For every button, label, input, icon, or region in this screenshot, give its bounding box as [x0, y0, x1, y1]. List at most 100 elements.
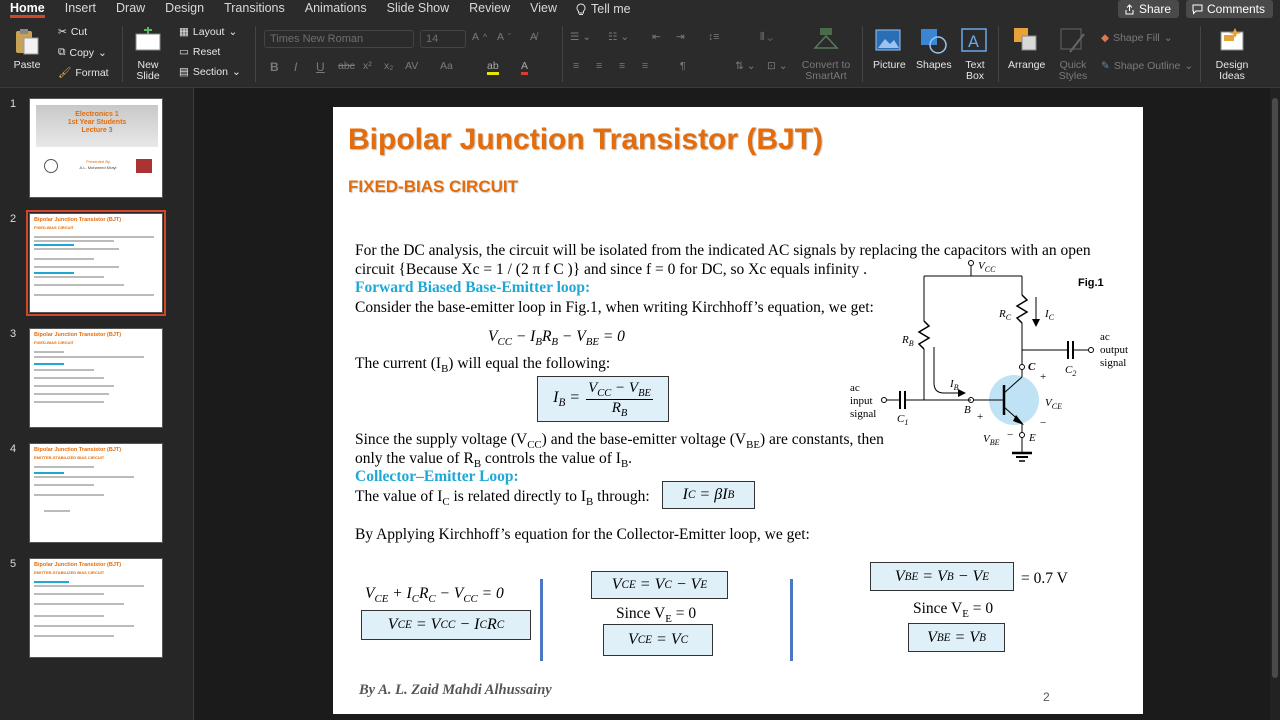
align-right-icon[interactable]: ≡ [619, 60, 625, 72]
bold-icon[interactable]: B [270, 60, 279, 74]
tab-home[interactable]: Home [0, 0, 55, 18]
cut-button[interactable]: ✂ Cut [58, 26, 87, 38]
chevron-down-icon: ⌄ [98, 46, 107, 59]
increase-indent-icon[interactable]: ⇥ [676, 31, 685, 43]
char-spacing-icon[interactable]: AV [405, 60, 418, 72]
font-name-select[interactable]: Times New Roman [264, 30, 414, 48]
arrange-button[interactable]: Arrange [1008, 26, 1045, 71]
reset-label: Reset [192, 46, 221, 58]
kvl-ce-text[interactable]: By Applying Kirchhoff’s equation for the… [355, 525, 810, 544]
change-case-icon[interactable]: Aa [440, 60, 453, 72]
vertical-scrollbar[interactable] [1270, 88, 1280, 720]
columns-icon[interactable]: ⫴ ⌄ [760, 31, 773, 44]
tell-me-search[interactable]: Tell me [567, 2, 639, 16]
copy-icon: ⧉ [58, 46, 66, 58]
quick-styles-button[interactable]: Quick Styles [1056, 26, 1090, 82]
shape-fill-button[interactable]: ◆ Shape Fill ⌄ [1101, 32, 1173, 44]
eq-vce-vc-box[interactable]: V CE = VC [603, 624, 713, 656]
align-left-icon[interactable]: ≡ [573, 60, 579, 72]
eq-vce-vc-ve-box[interactable]: V CE = VC − VE [591, 571, 728, 599]
tab-review[interactable]: Review [459, 0, 520, 18]
quick-styles-icon [1060, 28, 1085, 53]
eq-vbe-box[interactable]: V BE = VB − VE [870, 562, 1014, 591]
decrease-indent-icon[interactable]: ⇤ [652, 31, 661, 43]
svg-text:A: A [968, 32, 979, 51]
rtl-icon[interactable]: ¶ [680, 60, 686, 72]
slide-title[interactable]: Bipolar Junction Transistor (BJT) [348, 123, 823, 157]
comment-icon [1192, 4, 1203, 15]
tab-slide-show[interactable]: Slide Show [377, 0, 460, 18]
paint-bucket-icon: ◆ [1101, 32, 1110, 44]
underline-icon[interactable]: U [316, 60, 325, 74]
convert-smartart-button[interactable]: Convert to SmartArt [796, 26, 856, 82]
clear-format-icon[interactable]: A̸ [530, 31, 537, 43]
eq-kvl-be[interactable]: VCC − IBRB − VBE = 0 [488, 327, 625, 352]
slide-number: 4 [10, 443, 17, 455]
scrollbar-thumb[interactable] [1272, 98, 1278, 678]
since-ve-text-2[interactable]: Since VE = 0 [913, 599, 993, 624]
text-box-icon: A [961, 28, 987, 52]
justify-icon[interactable]: ≡ [642, 60, 648, 72]
heading-base-emitter[interactable]: Forward Biased Base-Emitter loop: [355, 279, 590, 297]
slide-thumbnail-pane[interactable]: 1 Electronics 1 1st Year Students Lectur… [0, 88, 194, 720]
be-text[interactable]: Consider the base-emitter loop in Fig.1,… [355, 298, 874, 317]
intro-line-2[interactable]: circuit {Because Xc = 1 / (2 π f C )} an… [355, 260, 867, 279]
slide-number: 2 [10, 213, 17, 225]
tab-insert[interactable]: Insert [55, 0, 106, 18]
tab-design[interactable]: Design [155, 0, 214, 18]
strikethrough-icon[interactable]: abc [338, 60, 355, 72]
tab-view[interactable]: View [520, 0, 567, 18]
line-spacing-icon[interactable]: ↕≡ [708, 31, 719, 43]
ic-text[interactable]: The value of IC is related directly to I… [355, 487, 650, 512]
slide-thumbnail-1[interactable]: Electronics 1 1st Year Students Lecture … [29, 98, 163, 198]
align-text-icon[interactable]: ⊡ ⌄ [767, 60, 788, 72]
shape-outline-button[interactable]: ✎ Shape Outline ⌄ [1101, 60, 1193, 72]
fixed-bias-circuit-diagram[interactable]: VCC RC IC RB IB C B E + + − − VCE VBE C1… [838, 255, 1138, 470]
slide-thumbnail-4[interactable]: Bipolar Junction Transistor (BJT) EMITTE… [29, 443, 163, 543]
ic-formula-box[interactable]: IC = βI B [662, 481, 755, 509]
picture-button[interactable]: Picture [873, 26, 906, 71]
increase-font-icon[interactable]: A ^ [472, 31, 487, 43]
design-ideas-button[interactable]: Design Ideas [1212, 26, 1252, 82]
tab-transitions[interactable]: Transitions [214, 0, 295, 18]
eq-ce-result-box[interactable]: V CE = V CC − ICRC [361, 610, 531, 640]
eq-vbe-vb-box[interactable]: V BE = VB [908, 623, 1005, 652]
bullets-icon[interactable]: ☰ ⌄ [570, 31, 591, 43]
slide-thumbnail-3[interactable]: Bipolar Junction Transistor (BJT) FIXED-… [29, 328, 163, 428]
tab-draw[interactable]: Draw [106, 0, 155, 18]
text-box-button[interactable]: A Text Box [960, 26, 990, 82]
tab-animations[interactable]: Animations [295, 0, 377, 18]
heading-collector-emitter[interactable]: Collector–Emitter Loop: [355, 468, 519, 486]
reset-button[interactable]: ▭ Reset [179, 46, 220, 58]
font-size-select[interactable]: 14 [420, 30, 466, 48]
superscript-icon[interactable]: x² [363, 60, 372, 72]
copy-button[interactable]: ⧉ Copy ⌄ [58, 46, 107, 59]
decrease-font-icon[interactable]: Aˇ [497, 31, 511, 43]
slide-footer-author[interactable]: By A. L. Zaid Mahdi Alhussainy [359, 682, 552, 699]
text-direction-icon[interactable]: ⇅ ⌄ [735, 60, 756, 72]
numbering-icon[interactable]: ☷ ⌄ [608, 31, 629, 43]
highlight-icon[interactable]: ab [487, 60, 499, 75]
shapes-button[interactable]: Shapes [916, 26, 952, 71]
ribbon-tab-bar: Home Insert Draw Design Transitions Anim… [0, 0, 1280, 18]
resistor-rc [1015, 294, 1029, 324]
format-painter-button[interactable]: 🖌 Format [58, 66, 109, 80]
slide-thumbnail-5[interactable]: Bipolar Junction Transistor (BJT) EMITTE… [29, 558, 163, 658]
align-center-icon[interactable]: ≡ [596, 60, 602, 72]
eq-ce-sum[interactable]: VCE + ICRC − VCC = 0 [365, 584, 504, 609]
slide-subtitle[interactable]: FIXED-BIAS CIRCUIT [348, 177, 518, 197]
font-color-icon[interactable]: A [521, 60, 529, 75]
subscript-icon[interactable]: x₂ [384, 60, 393, 72]
share-button[interactable]: Share [1118, 0, 1180, 18]
slide-thumbnail-2[interactable]: Bipolar Junction Transistor (BJT) FIXED-… [26, 210, 166, 316]
ib-formula-box[interactable]: IB = VCC − VBE RB [537, 376, 669, 422]
label-ac-input: ac input signal [850, 382, 876, 420]
comments-button[interactable]: Comments [1186, 0, 1274, 18]
slide-canvas[interactable]: Bipolar Junction Transistor (BJT) FIXED-… [333, 107, 1143, 714]
section-button[interactable]: ▤ Section ⌄ [179, 66, 241, 78]
vbe-value[interactable]: = 0.7 V [1021, 569, 1068, 588]
layout-button[interactable]: ▦ Layout ⌄ [179, 26, 237, 38]
new-slide-button[interactable]: New Slide [133, 26, 163, 82]
italic-icon[interactable]: I [294, 60, 297, 74]
paste-button[interactable]: Paste [12, 26, 42, 71]
